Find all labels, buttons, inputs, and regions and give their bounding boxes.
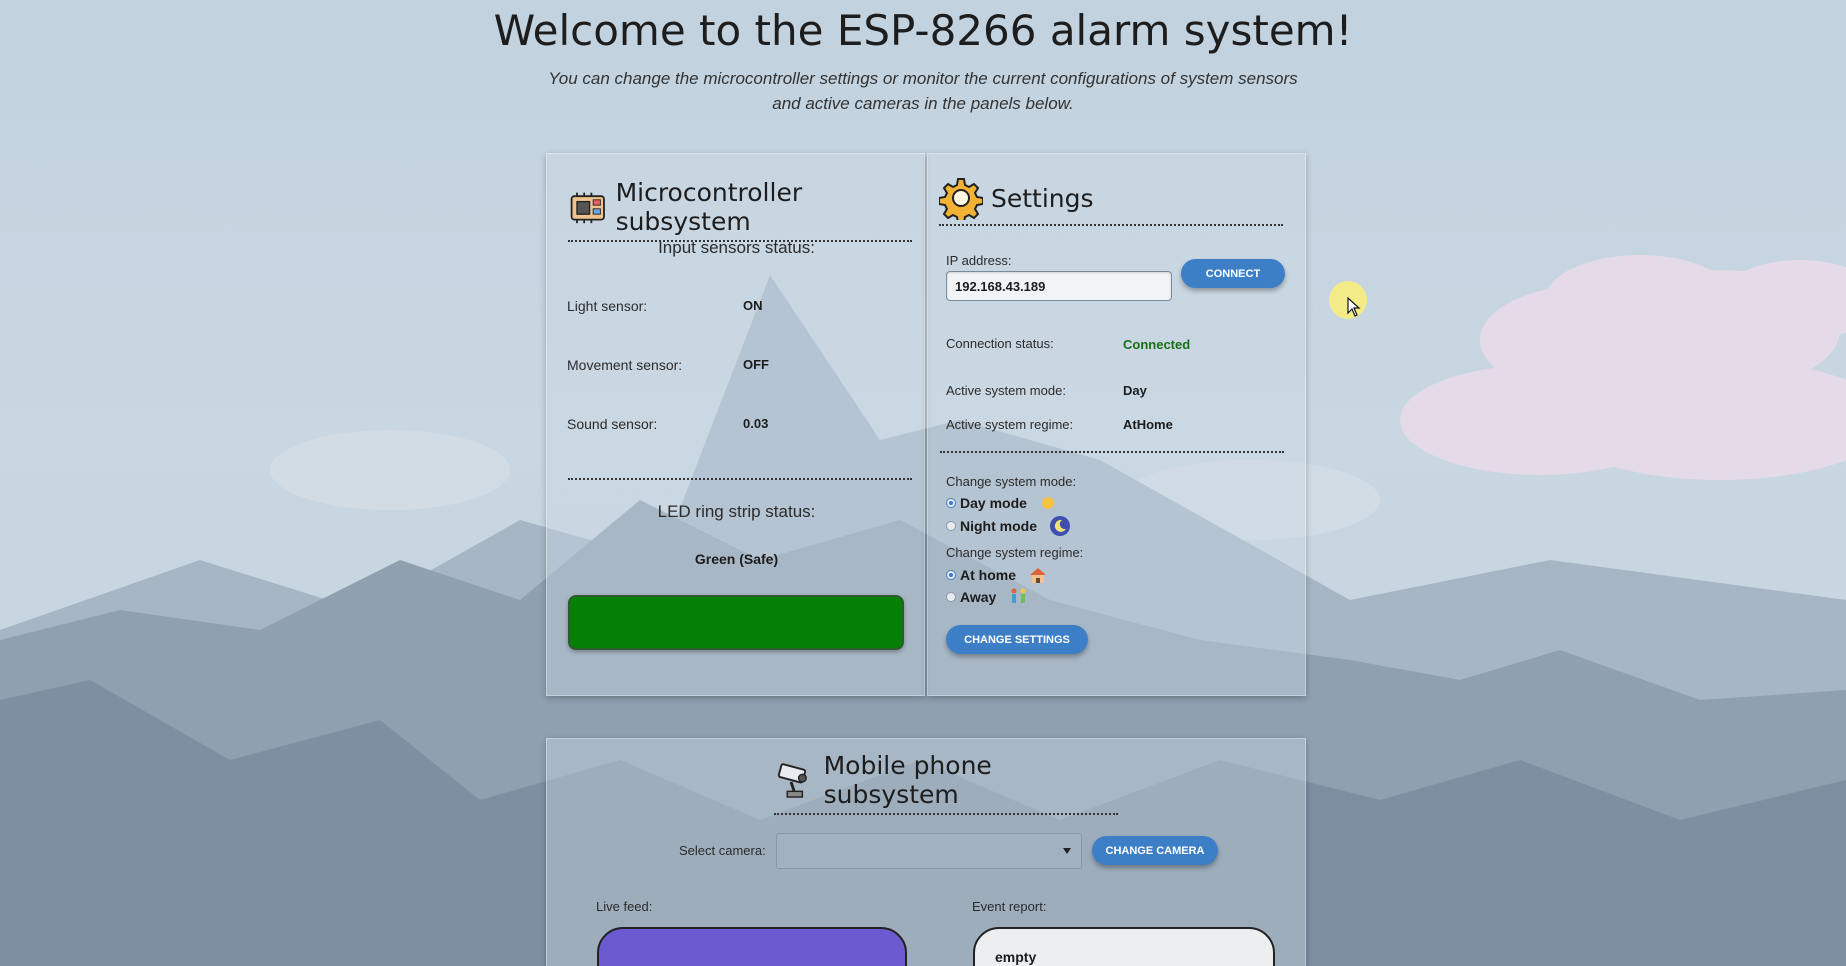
change-mode-label: Change system mode: bbox=[946, 474, 1077, 489]
away-option[interactable]: Away bbox=[946, 587, 1030, 607]
movement-sensor-value: OFF bbox=[743, 357, 769, 372]
movement-sensor-label: Movement sensor: bbox=[567, 357, 683, 373]
active-regime-label: Active system regime: bbox=[946, 417, 1074, 432]
page-subtitle: You can change the microcontroller setti… bbox=[548, 69, 1298, 113]
select-camera-label: Select camera: bbox=[679, 843, 766, 858]
mobile-panel-header: Mobile phone subsystem bbox=[774, 751, 1118, 815]
settings-panel: Settings IP address: CONNECT Connection … bbox=[927, 153, 1306, 696]
microcontroller-panel-title: Microcontroller subsystem bbox=[615, 178, 803, 236]
connection-status-value: Connected bbox=[1123, 337, 1191, 352]
camera-select[interactable] bbox=[776, 833, 1082, 869]
microcontroller-panel: Microcontroller subsystem Input sensors … bbox=[546, 153, 925, 696]
ip-address-label: IP address: bbox=[946, 253, 1012, 268]
walking-people-icon bbox=[1011, 588, 1026, 603]
led-heading: LED ring strip status: bbox=[657, 502, 816, 521]
day-mode-option[interactable]: Day mode bbox=[946, 494, 1057, 512]
mobile-phone-panel: Mobile phone subsystem Select camera: CH… bbox=[546, 738, 1306, 966]
day-mode-radio[interactable] bbox=[946, 498, 956, 508]
gear-icon bbox=[939, 178, 983, 220]
settings-panel-header: Settings bbox=[939, 176, 1283, 226]
light-sensor-label: Light sensor: bbox=[567, 298, 648, 314]
connection-status-label: Connection status: bbox=[946, 336, 1054, 351]
mouse-pointer-icon bbox=[1347, 297, 1361, 317]
sun-icon bbox=[1041, 497, 1054, 509]
chevron-down-icon bbox=[1063, 848, 1071, 854]
at-home-option[interactable]: At home bbox=[946, 565, 1048, 585]
moon-icon bbox=[1050, 516, 1070, 536]
security-camera-icon bbox=[777, 763, 807, 798]
sound-sensor-value: 0.03 bbox=[743, 416, 769, 431]
night-mode-radio[interactable] bbox=[946, 521, 956, 531]
connect-button[interactable]: CONNECT bbox=[1181, 259, 1285, 288]
sensors-heading: Input sensors status: bbox=[658, 238, 815, 257]
mobile-panel-title: Mobile phone subsystem bbox=[823, 751, 992, 809]
at-home-label: At home bbox=[960, 567, 1016, 583]
away-label: Away bbox=[960, 589, 997, 605]
event-report-label: Event report: bbox=[972, 899, 1047, 914]
settings-divider bbox=[940, 451, 1284, 453]
settings-panel-title: Settings bbox=[991, 183, 1094, 213]
event-report-box: empty bbox=[973, 927, 1275, 966]
led-status: Green (Safe) bbox=[694, 551, 779, 567]
at-home-radio[interactable] bbox=[946, 570, 956, 580]
change-settings-button[interactable]: CHANGE SETTINGS bbox=[946, 625, 1088, 654]
sound-sensor-label: Sound sensor: bbox=[567, 416, 658, 432]
microcontroller-panel-header: Microcontroller subsystem bbox=[568, 178, 912, 242]
ip-address-input[interactable] bbox=[946, 271, 1172, 301]
house-icon bbox=[1030, 568, 1046, 583]
led-color-indicator bbox=[568, 595, 904, 650]
event-report-text: empty bbox=[995, 949, 1037, 965]
light-sensor-value: ON bbox=[743, 298, 763, 313]
night-mode-option[interactable]: Night mode bbox=[946, 515, 1071, 537]
live-feed-view bbox=[597, 927, 907, 966]
day-mode-label: Day mode bbox=[960, 495, 1027, 511]
active-mode-value: Day bbox=[1123, 383, 1147, 398]
microcontroller-icon bbox=[570, 192, 605, 224]
page-title: Welcome to the ESP-8266 alarm system! bbox=[493, 6, 1353, 55]
active-regime-value: AtHome bbox=[1123, 417, 1173, 432]
live-feed-label: Live feed: bbox=[596, 899, 653, 914]
change-regime-label: Change system regime: bbox=[946, 545, 1084, 560]
night-mode-label: Night mode bbox=[960, 518, 1037, 534]
change-camera-button[interactable]: CHANGE CAMERA bbox=[1092, 836, 1218, 865]
active-mode-label: Active system mode: bbox=[946, 383, 1066, 398]
sensors-divider bbox=[568, 478, 912, 480]
away-radio[interactable] bbox=[946, 592, 956, 602]
